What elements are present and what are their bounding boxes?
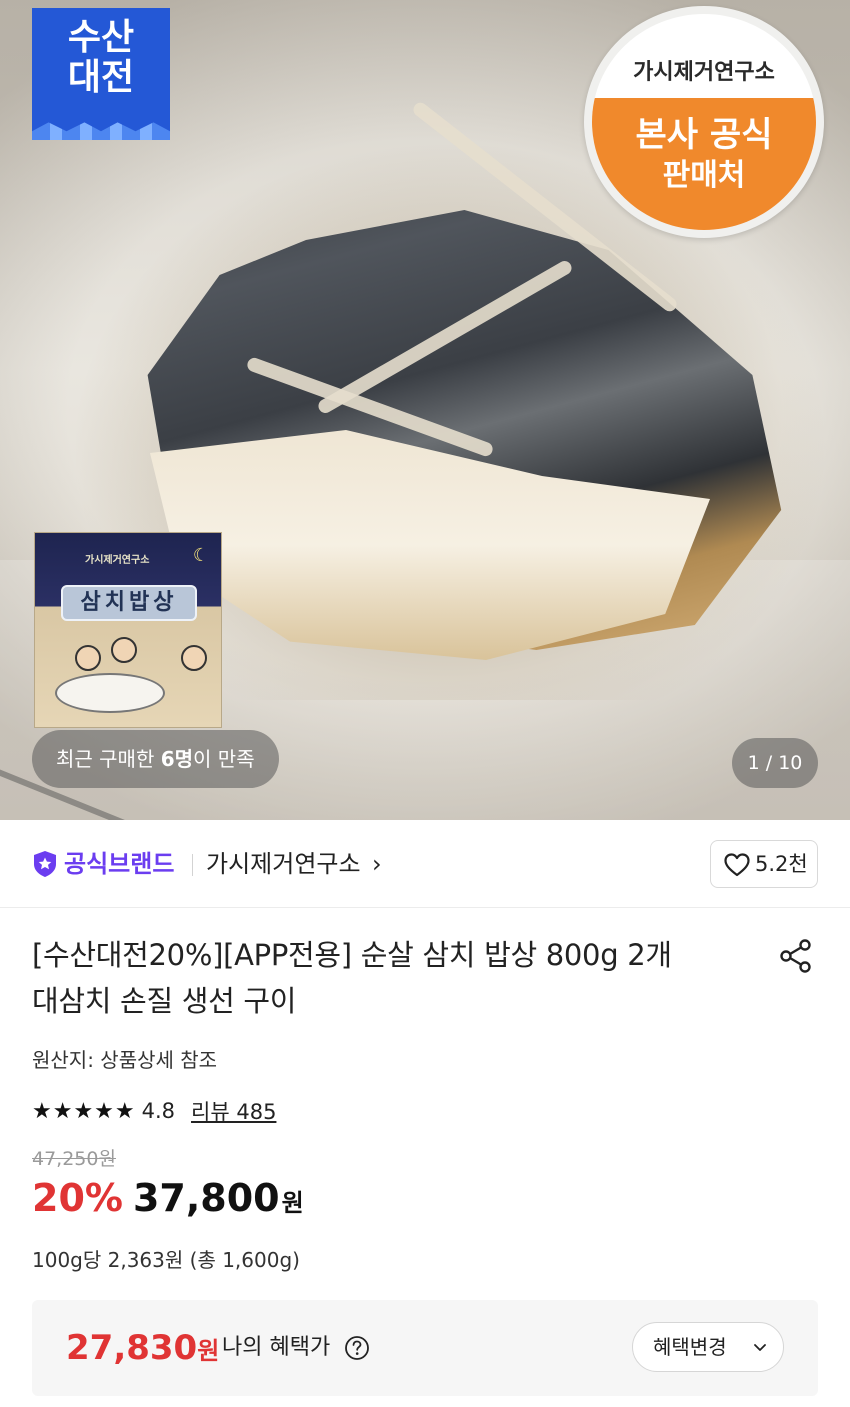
share-icon[interactable] <box>778 938 814 974</box>
store-name-link[interactable]: 가시제거연구소 <box>206 848 361 880</box>
benefit-currency: 원 <box>197 1337 220 1365</box>
product-image-carousel[interactable]: 수산 대전 가시제거연구소 본사 공식 판매처 가시제거연구소 ☾ 삼치밥상 최… <box>0 0 850 820</box>
character-illustration <box>181 645 207 671</box>
like-count: 5.2천 <box>755 852 808 876</box>
sale-price: 37,800 <box>132 1176 280 1220</box>
character-illustration <box>111 637 137 663</box>
product-title: [수산대전20%][APP전용] 순살 삼치 밥상 800g 2개 대삼치 손질… <box>32 932 742 1024</box>
change-benefit-label: 혜택변경 <box>653 1335 727 1359</box>
character-illustration <box>75 645 101 671</box>
benefit-price-value: 27,830 <box>66 1328 198 1368</box>
origin-text: 원산지: 상품상세 참조 <box>32 1048 218 1072</box>
divider <box>192 854 193 876</box>
image-pager-indicator: 1 / 10 <box>732 738 818 788</box>
wave-icon <box>32 122 170 140</box>
badge-brand: 가시제거연구소 <box>633 60 775 85</box>
currency-unit: 원 <box>281 1189 304 1217</box>
fish-plate-illustration <box>55 673 165 713</box>
chevron-down-icon <box>754 1344 766 1351</box>
review-count-link[interactable]: 리뷰 485 <box>191 1096 276 1126</box>
badge-line-1: 수산 <box>67 17 135 58</box>
rating-score: 4.8 <box>141 1099 176 1123</box>
discount-rate: 20% <box>32 1176 123 1220</box>
benefit-price: 27,830원 <box>66 1326 219 1373</box>
product-title-line-2: 대삼치 손질 생선 구이 <box>32 984 297 1018</box>
moon-icon: ☾ <box>192 545 209 566</box>
question-icon[interactable] <box>344 1335 370 1361</box>
like-button[interactable]: 5.2천 <box>710 840 818 888</box>
badge-orange-band: 본사 공식 판매처 <box>592 98 816 230</box>
satisfaction-prefix: 최근 구매한 <box>56 747 161 771</box>
shield-star-icon <box>34 851 56 877</box>
heart-icon <box>724 853 750 877</box>
change-benefit-button[interactable]: 혜택변경 <box>632 1322 784 1372</box>
brand-row: 공식브랜드 가시제거연구소 › 5.2천 <box>0 820 850 908</box>
chevron-right-icon[interactable]: › <box>372 848 382 880</box>
package-title: 삼치밥상 <box>61 585 197 621</box>
official-seller-badge: 가시제거연구소 본사 공식 판매처 <box>584 6 824 238</box>
original-price: 47,250원 <box>32 1148 116 1170</box>
benefit-label: 나의 혜택가 <box>222 1335 331 1360</box>
product-package-thumbnail: 가시제거연구소 ☾ 삼치밥상 <box>34 532 222 728</box>
seafood-festival-badge: 수산 대전 <box>32 8 170 140</box>
unit-price-text: 100g당 2,363원 (총 1,600g) <box>32 1248 300 1272</box>
product-title-line-1: [수산대전20%][APP전용] 순살 삼치 밥상 800g 2개 <box>32 938 672 972</box>
satisfaction-suffix: 이 만족 <box>193 747 255 771</box>
satisfaction-count: 6명 <box>160 747 194 771</box>
badge-official-text: 본사 공식 <box>635 115 773 155</box>
price-row: 20% 37,800 원 <box>32 1176 304 1228</box>
badge-seller-text: 판매처 <box>662 158 746 193</box>
my-benefit-price-box: 27,830원 나의 혜택가 혜택변경 <box>32 1300 818 1396</box>
rating-row: ★★★★★ 4.8 리뷰 485 <box>32 1096 276 1126</box>
official-brand-label: 공식브랜드 <box>64 850 175 878</box>
package-brand: 가시제거연구소 <box>85 555 150 566</box>
star-rating-icon: ★★★★★ <box>32 1098 136 1124</box>
badge-line-2: 대전 <box>67 57 135 98</box>
purchase-satisfaction-pill: 최근 구매한 6명이 만족 <box>32 730 279 788</box>
